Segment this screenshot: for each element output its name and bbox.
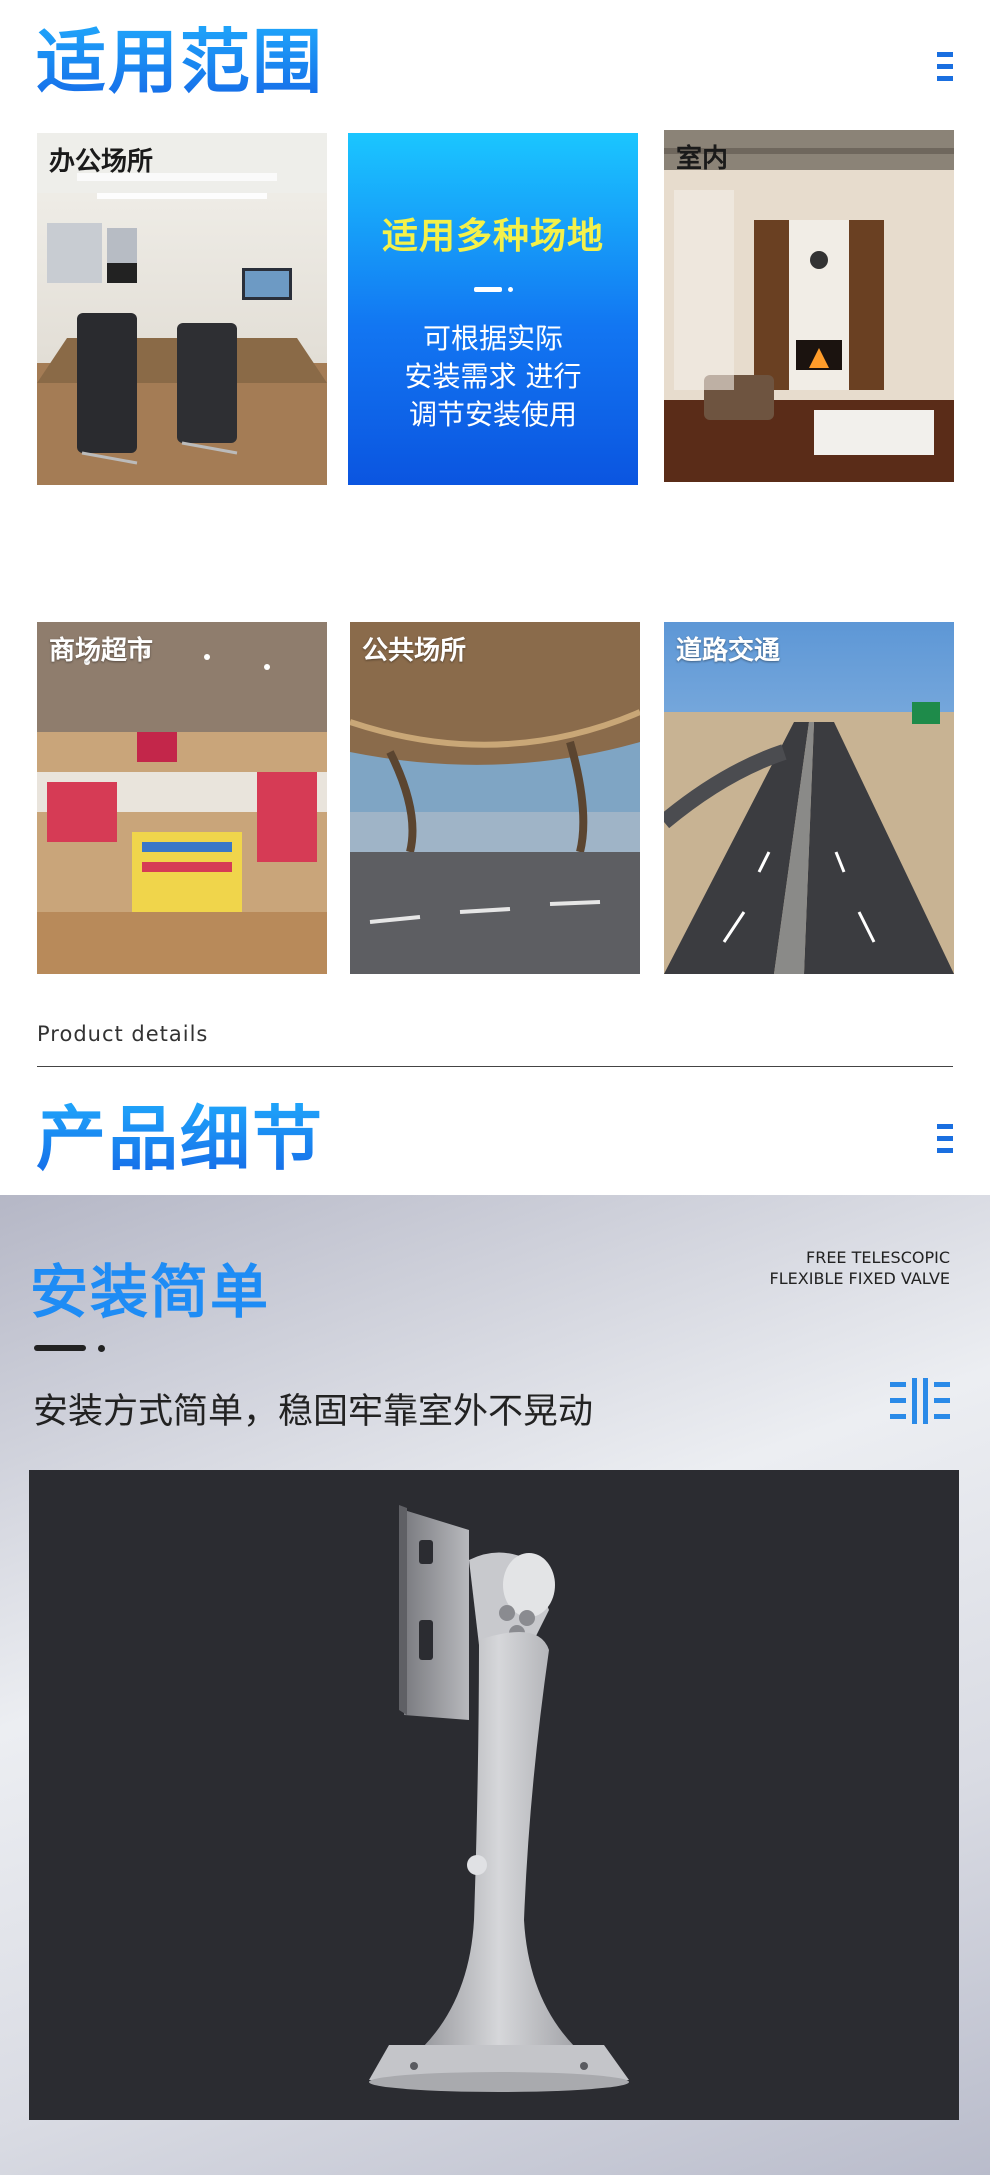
title-underline-dot	[98, 1345, 105, 1352]
divider	[37, 1066, 953, 1067]
install-section: 安装简单 FREE TELESCOPIC FLEXIBLE FIXED VALV…	[0, 1195, 990, 2175]
card-office: 办公场所	[37, 133, 327, 485]
center-headline: 适用多种场地	[381, 216, 604, 257]
bracket-illustration	[369, 1505, 629, 2092]
install-title: 安装简单	[30, 1258, 271, 1326]
card-public: 公共场所	[350, 622, 640, 974]
title-underline	[34, 1345, 86, 1351]
card-label: 室内	[676, 144, 729, 174]
details-label: Product details	[37, 1022, 209, 1046]
tagline-line-1: FREE TELESCOPIC	[806, 1248, 950, 1267]
mall-photo	[37, 622, 327, 974]
indoor-photo	[664, 130, 954, 482]
road-photo	[664, 622, 954, 974]
scope-title: 适用范围	[36, 6, 324, 107]
card-road: 道路交通	[664, 622, 954, 974]
center-divider	[348, 259, 638, 296]
card-label: 商场超市	[49, 636, 154, 666]
product-photo	[29, 1470, 959, 2120]
decorative-lines-icon	[890, 1378, 950, 1424]
install-tagline: FREE TELESCOPIC FLEXIBLE FIXED VALVE	[770, 1247, 950, 1289]
card-mall: 商场超市	[37, 622, 327, 974]
center-desc: 可根据实际 安装需求 进行 调节安装使用	[404, 322, 582, 431]
menu-icon	[937, 1124, 953, 1156]
details-title: 产品细节	[36, 1083, 324, 1184]
page: 适用范围 办公场所 适用多种场地 可根据实际 安装需求 进行 调节安装使用 室内…	[0, 0, 990, 2175]
card-label: 办公场所	[49, 147, 154, 177]
card-label: 公共场所	[362, 636, 467, 666]
install-subtitle: 安装方式简单，稳固牢靠室外不晃动	[33, 1392, 594, 1432]
tagline-line-2: FLEXIBLE FIXED VALVE	[769, 1269, 950, 1288]
card-indoor: 室内	[664, 130, 954, 482]
office-photo	[37, 133, 327, 485]
scope-center-card: 适用多种场地 可根据实际 安装需求 进行 调节安装使用	[348, 133, 638, 485]
card-label: 道路交通	[676, 636, 781, 666]
menu-icon	[937, 52, 953, 84]
public-photo	[350, 622, 640, 974]
